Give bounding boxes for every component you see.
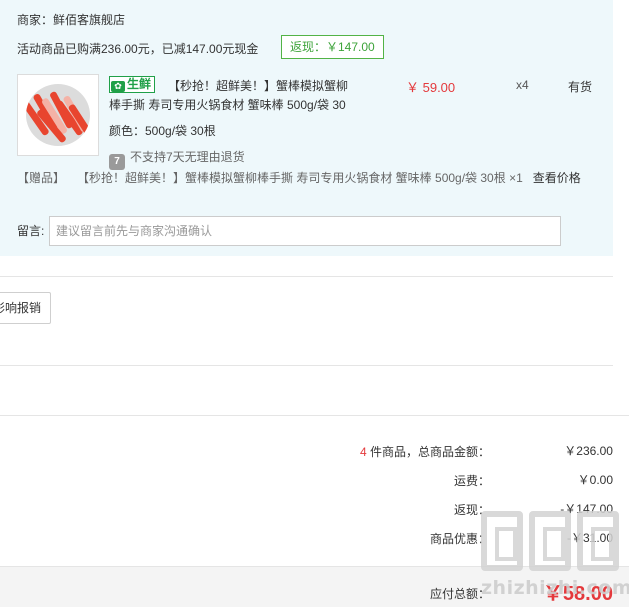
divider [0, 276, 613, 277]
rebate-label: 返现： [453, 503, 490, 517]
gift-text: 【秒抢！超鲜美！】蟹棒模拟蟹柳棒手撕 寿司专用火锅食材 蟹味棒 500g/袋 3… [83, 171, 523, 185]
payable-value: ￥58.00 [542, 583, 613, 605]
product-quantity: x4 [516, 78, 529, 92]
product-thumbnail[interactable] [17, 74, 99, 156]
product-image [26, 84, 90, 146]
product-price: ￥ 59.00 [406, 80, 456, 95]
shipping-value: ￥0.00 [577, 473, 613, 487]
rebate-value: -￥147.00 [560, 502, 613, 516]
discount-value: -￥31.00 [566, 531, 613, 545]
total-items-label: 4 件商品，总商品金额： [359, 445, 490, 459]
divider [0, 415, 629, 416]
stock-status: 有货 [568, 80, 593, 94]
impact-reimbursement-button[interactable]: 影响报销 [0, 292, 51, 324]
order-item-panel: 商家：鲜佰客旗舰店 活动商品已购满236.00元，已减147.00元现金 返现：… [0, 0, 613, 256]
view-price-link[interactable]: 查看价格 [533, 171, 581, 185]
message-input[interactable] [49, 216, 561, 246]
shipping-label: 运费： [453, 474, 490, 488]
leaf-badge-icon: ✿ [111, 81, 125, 92]
payable-label: 应付总额： [429, 587, 490, 601]
gift-label: 【赠品】 [17, 171, 66, 185]
product-title-line1[interactable]: 【秒抢！超鲜美！】蟹棒模拟蟹柳 [168, 77, 348, 94]
promo-text: 活动商品已购满236.00元，已减147.00元现金 [17, 42, 259, 56]
rebate-badge: 返现：￥147.00 [281, 35, 384, 59]
fresh-tag: ✿ 生鲜 [109, 76, 156, 93]
no-return-icon: 7 [109, 154, 125, 170]
gift-row: 【赠品】 【秒抢！超鲜美！】蟹棒模拟蟹柳棒手撕 寿司专用火锅食材 蟹味棒 500g… [17, 169, 581, 186]
payable-bar: 应付总额： ￥58.00 [0, 566, 629, 607]
product-title-line2[interactable]: 棒手撕 寿司专用火锅食材 蟹味棒 500g/袋 30 [109, 96, 346, 113]
message-label: 留言: [17, 224, 45, 238]
divider [0, 365, 613, 366]
item-count: 4 [359, 445, 367, 459]
return-policy: 7 不支持7天无理由退货 [109, 148, 245, 170]
merchant-name: 商家：鲜佰客旗舰店 [17, 13, 126, 27]
watermark-glyph-icon [529, 511, 571, 571]
total-items-value: ￥236.00 [564, 444, 613, 458]
discount-label: 商品优惠： [429, 532, 490, 546]
product-spec: 颜色：500g/袋 30根 [109, 124, 216, 138]
